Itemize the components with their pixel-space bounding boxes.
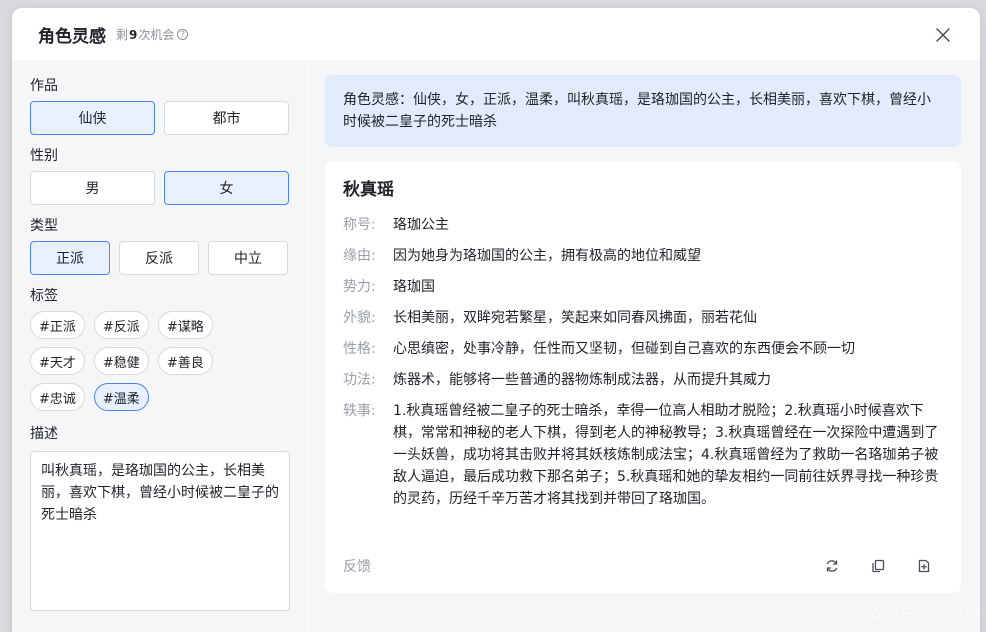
- remaining-chances: 剩 9 次机会 ?: [116, 26, 189, 43]
- type-option-righteous[interactable]: 正派: [30, 241, 110, 275]
- type-option-neutral[interactable]: 中立: [208, 241, 288, 275]
- help-icon[interactable]: ?: [177, 29, 189, 40]
- settings-panel: 作品 仙侠 都市 性别 男 女 类型 正派 反派 中立 标签 #正派 #反派 #…: [12, 63, 306, 632]
- regenerate-button[interactable]: [821, 555, 843, 577]
- field-anecdotes: 轶事: 1.秋真瑶曾经被二皇子的死士暗杀，幸得一位高人相助才脱险；2.秋真瑶小时…: [343, 400, 943, 510]
- desc-label: 描述: [30, 426, 58, 442]
- field-value: 长相美丽，双眸宛若繁星，笑起来如同春风拂面，丽若花仙: [393, 310, 757, 326]
- remaining-prefix: 剩: [116, 28, 129, 42]
- field-value: 珞珈公主: [393, 217, 449, 233]
- character-name: 秋真瑶: [343, 180, 394, 200]
- field-faction: 势力: 珞珈国: [343, 276, 943, 298]
- dialog-title: 角色灵感: [38, 27, 106, 47]
- refresh-icon: [826, 560, 838, 572]
- field-value: 因为她身为珞珈国的公主，拥有极高的地位和威望: [393, 248, 701, 264]
- card-footer: 反馈: [343, 555, 943, 577]
- tag-chip[interactable]: #天才: [30, 347, 85, 375]
- work-label: 作品: [30, 78, 58, 94]
- field-value: 珞珈国: [393, 279, 435, 295]
- result-panel: 角色灵感：仙侠，女，正派，温柔，叫秋真瑶，是珞珈国的公主，长相美丽，喜欢下棋，曾…: [307, 63, 980, 632]
- remaining-count: 9: [129, 27, 138, 42]
- field-title: 称号: 珞珈公主: [343, 214, 943, 236]
- field-key: 性格:: [343, 341, 376, 357]
- prompt-summary: 角色灵感：仙侠，女，正派，温柔，叫秋真瑶，是珞珈国的公主，长相美丽，喜欢下棋，曾…: [325, 75, 961, 147]
- field-skill: 功法: 炼器术，能够将一些普通的器物炼制成法器，从而提升其威力: [343, 369, 943, 391]
- feedback-link[interactable]: 反馈: [343, 556, 371, 576]
- type-option-villain[interactable]: 反派: [119, 241, 199, 275]
- tag-chip[interactable]: #正派: [30, 311, 85, 339]
- type-label: 类型: [30, 218, 58, 234]
- add-file-icon: [918, 559, 930, 573]
- dialog-header: 角色灵感 剩 9 次机会 ?: [12, 8, 980, 62]
- add-button[interactable]: [913, 555, 935, 577]
- type-options: 正派 反派 中立: [30, 241, 289, 275]
- copy-icon: [872, 559, 885, 573]
- field-key: 势力:: [343, 279, 376, 295]
- field-reason: 缘由: 因为她身为珞珈国的公主，拥有极高的地位和威望: [343, 245, 943, 267]
- close-button[interactable]: [932, 24, 954, 46]
- card-actions: [821, 555, 935, 577]
- work-option-dushi[interactable]: 都市: [164, 101, 289, 135]
- field-value: 心思缜密，处事冷静，任性而又坚韧，但碰到自己喜欢的东西便会不顾一切: [393, 341, 855, 357]
- watermark: FSGAMEO.COM: [830, 604, 980, 626]
- close-icon: [936, 28, 950, 42]
- tag-chip[interactable]: #善良: [157, 347, 213, 375]
- field-value: 炼器术，能够将一些普通的器物炼制成法器，从而提升其威力: [393, 372, 771, 388]
- gender-option-female[interactable]: 女: [164, 171, 289, 205]
- tag-chip[interactable]: #反派: [93, 311, 149, 339]
- remaining-suffix: 次机会: [138, 28, 175, 42]
- tag-chip-selected[interactable]: #温柔: [93, 383, 149, 411]
- tag-list: #正派 #反派 #谋略 #天才 #稳健 #善良 #忠诚 #温柔: [30, 311, 260, 411]
- field-appearance: 外貌: 长相美丽，双眸宛若繁星，笑起来如同春风拂面，丽若花仙: [343, 307, 943, 329]
- field-key: 外貌:: [343, 310, 376, 326]
- field-personality: 性格: 心思缜密，处事冷静，任性而又坚韧，但碰到自己喜欢的东西便会不顾一切: [343, 338, 943, 360]
- tag-chip[interactable]: #谋略: [157, 311, 213, 339]
- description-input[interactable]: [30, 451, 290, 611]
- gender-option-male[interactable]: 男: [30, 171, 155, 205]
- gender-label: 性别: [30, 148, 58, 164]
- tags-label: 标签: [30, 288, 58, 304]
- field-key: 缘由:: [343, 248, 376, 264]
- field-value: 1.秋真瑶曾经被二皇子的死士暗杀，幸得一位高人相助才脱险；2.秋真瑶小时候喜欢下…: [393, 403, 939, 507]
- field-key: 轶事:: [343, 403, 376, 419]
- gender-options: 男 女: [30, 171, 289, 205]
- field-key: 称号:: [343, 217, 376, 233]
- field-key: 功法:: [343, 372, 376, 388]
- character-card: 秋真瑶 称号: 珞珈公主 缘由: 因为她身为珞珈国的公主，拥有极高的地位和威望 …: [325, 161, 961, 593]
- work-options: 仙侠 都市: [30, 101, 289, 135]
- tag-chip[interactable]: #稳健: [93, 347, 149, 375]
- work-option-xianxia[interactable]: 仙侠: [30, 101, 155, 135]
- copy-button[interactable]: [867, 555, 889, 577]
- tag-chip[interactable]: #忠诚: [30, 383, 85, 411]
- role-inspiration-dialog: 角色灵感 剩 9 次机会 ? 作品 仙侠 都市 性别 男 女 类型 正派 反派 …: [12, 8, 980, 632]
